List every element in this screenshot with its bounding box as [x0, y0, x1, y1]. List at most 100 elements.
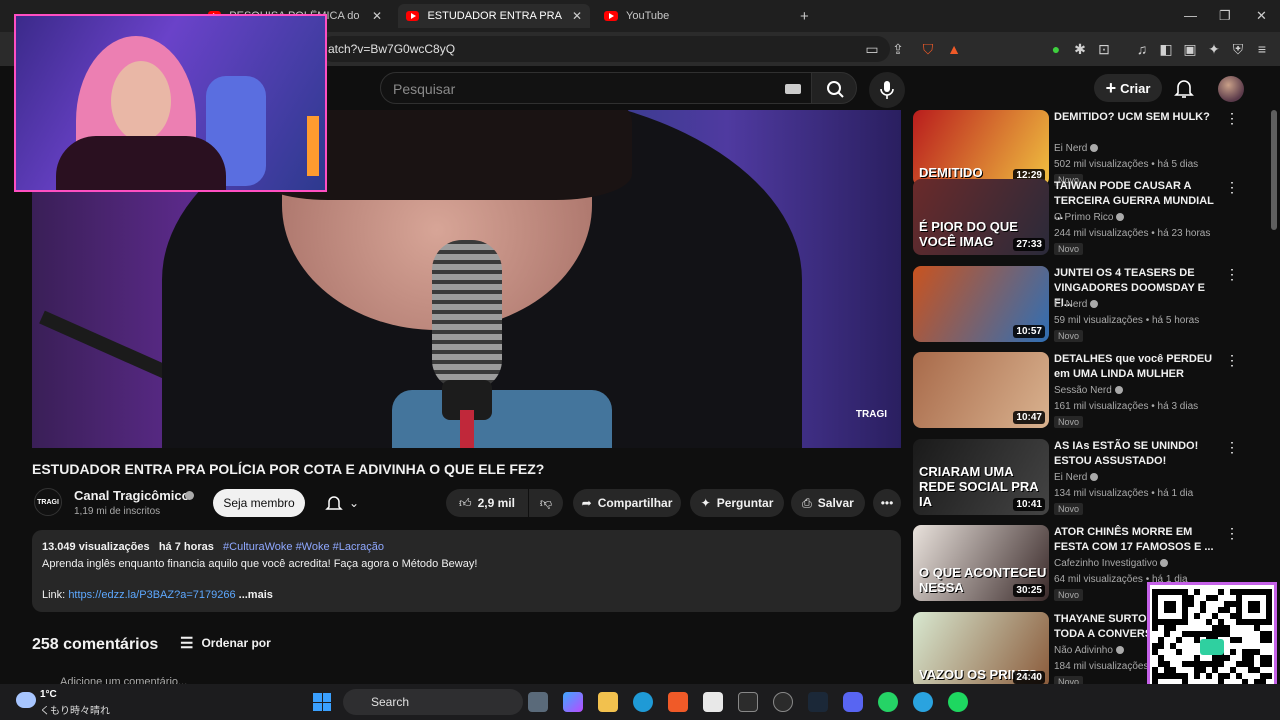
- brave-shield-icon[interactable]: ⛉: [920, 41, 936, 57]
- status-dot-icon[interactable]: ●: [1048, 41, 1064, 57]
- store-icon[interactable]: [703, 692, 723, 712]
- hashtags[interactable]: #CulturaWoke #Woke #Lacração: [223, 541, 384, 553]
- join-member-button[interactable]: Seja membro: [213, 489, 305, 517]
- more-vertical-icon[interactable]: ⋮: [1225, 352, 1239, 369]
- voice-search-button[interactable]: [869, 72, 905, 108]
- scroll-thumb[interactable]: [1271, 110, 1277, 230]
- recommended-channel[interactable]: Cafezinho Investigativo: [1054, 558, 1169, 569]
- more-vertical-icon[interactable]: ⋮: [1225, 266, 1239, 283]
- copilot-icon[interactable]: [563, 692, 583, 712]
- recommended-channel[interactable]: O Primo Rico: [1054, 212, 1125, 223]
- description-box[interactable]: 13.049 visualizações há 7 horas #Cultura…: [32, 530, 901, 612]
- tab-close-icon[interactable]: ✕: [572, 9, 582, 23]
- verified-icon: [1090, 144, 1099, 153]
- taskbar-search-box[interactable]: Search: [343, 689, 523, 715]
- verified-icon: [1116, 213, 1125, 222]
- description-link[interactable]: https://edzz.la/P3BAZ?a=7179266: [68, 589, 235, 601]
- video-thumbnail[interactable]: O QUE ACONTECEU NESSA 30:25: [913, 525, 1049, 601]
- recommended-channel[interactable]: Ei Nerd: [1054, 143, 1099, 154]
- video-thumbnail[interactable]: VAZOU OS PRINTS 24:40: [913, 612, 1049, 688]
- search-button[interactable]: [811, 72, 857, 104]
- tab-close-icon[interactable]: ✕: [372, 9, 382, 23]
- more-actions-button[interactable]: •••: [873, 489, 901, 517]
- more-vertical-icon[interactable]: ⋮: [1225, 439, 1239, 456]
- minimize-icon[interactable]: —: [1184, 8, 1197, 23]
- tab-estudador[interactable]: ESTUDADOR ENTRA PRA POLÍCI ✕: [398, 4, 590, 28]
- recommended-channel[interactable]: Ei Nerd: [1054, 299, 1099, 310]
- windows-start-icon[interactable]: [313, 693, 331, 711]
- spotify-icon[interactable]: [948, 692, 968, 712]
- vpn-icon[interactable]: ⛨: [1230, 41, 1246, 57]
- recommended-video[interactable]: DEMITIDO 12:29 DEMITIDO? UCM SEM HULK? Ei N…: [913, 110, 1243, 190]
- video-thumbnail[interactable]: 10:47: [913, 352, 1049, 428]
- tab-youtube[interactable]: YouTube: [596, 4, 786, 28]
- screenshot-icon[interactable]: ⊡: [1096, 41, 1112, 57]
- ask-button[interactable]: ✦ Perguntar: [690, 489, 784, 517]
- more-horizontal-icon: •••: [880, 496, 894, 510]
- obs-icon[interactable]: [773, 692, 793, 712]
- file-explorer-icon[interactable]: [598, 692, 618, 712]
- more-vertical-icon[interactable]: ⋮: [1225, 110, 1239, 127]
- brave-icon[interactable]: [668, 692, 688, 712]
- extensions-icon[interactable]: ✱: [1072, 41, 1088, 57]
- video-thumbnail[interactable]: 10:57: [913, 266, 1049, 342]
- like-button[interactable]: 👍︎ 2,9 mil: [446, 489, 528, 517]
- share-button[interactable]: ➦ Compartilhar: [573, 489, 681, 517]
- create-button[interactable]: + Criar: [1094, 74, 1162, 102]
- sort-comments-button[interactable]: ☰ Ordenar por: [180, 634, 271, 652]
- weather-temperature: 1°C: [40, 689, 57, 700]
- task-view-icon[interactable]: [528, 692, 548, 712]
- show-more-button[interactable]: ...mais: [239, 589, 273, 601]
- whatsapp-icon[interactable]: [878, 692, 898, 712]
- discord-icon[interactable]: [843, 692, 863, 712]
- channel-name[interactable]: Canal Tragicômico: [74, 488, 190, 503]
- save-button[interactable]: ⎙ Salvar: [791, 489, 865, 517]
- recommended-channel[interactable]: Não Adivinho: [1054, 645, 1124, 656]
- recommended-channel[interactable]: Ei Nerd: [1054, 472, 1099, 483]
- recommended-title[interactable]: DEMITIDO? UCM SEM HULK?: [1054, 110, 1224, 125]
- brave-rewards-icon[interactable]: ▲: [946, 41, 962, 57]
- close-window-icon[interactable]: ✕: [1256, 8, 1267, 24]
- video-thumbnail[interactable]: CRIARAM UMA REDE SOCIAL PRA IA 10:41: [913, 439, 1049, 515]
- subscription-bell-button[interactable]: ⌄: [313, 489, 371, 517]
- recommended-video[interactable]: É PIOR DO QUE VOCÊ IMAG 27:33 TAIWAN PODE …: [913, 179, 1243, 259]
- weather-cloud-icon[interactable]: [16, 692, 36, 708]
- keyboard-icon[interactable]: [785, 84, 801, 94]
- recommended-video[interactable]: 10:47 DETALHES que você PERDEU em UMA LIN…: [913, 352, 1243, 432]
- notifications-bell-icon[interactable]: [1174, 78, 1194, 98]
- dislike-button[interactable]: 👎︎: [529, 489, 563, 517]
- channel-avatar[interactable]: TRAGI: [34, 488, 62, 516]
- leo-ai-icon[interactable]: ✦: [1206, 41, 1222, 57]
- sidebar-icon[interactable]: ◧: [1158, 41, 1174, 57]
- create-label: Criar: [1120, 80, 1151, 96]
- windows-taskbar: 1°C くもり時々晴れ Search: [0, 684, 1280, 720]
- more-vertical-icon[interactable]: ⋮: [1225, 179, 1239, 196]
- recommended-channel[interactable]: Sessão Nerd: [1054, 385, 1123, 396]
- plus-icon: +: [1105, 77, 1117, 98]
- video-thumbnail[interactable]: DEMITIDO 12:29: [913, 110, 1049, 186]
- cast-icon[interactable]: ▭: [864, 41, 880, 57]
- steam-icon[interactable]: [808, 692, 828, 712]
- new-tab-button[interactable]: +: [792, 4, 817, 28]
- recommended-title[interactable]: ATOR CHINÊS MORRE EM FESTA COM 17 FAMOSO…: [1054, 525, 1224, 555]
- more-vertical-icon[interactable]: ⋮: [1225, 525, 1239, 542]
- menu-icon[interactable]: ≡: [1254, 41, 1270, 57]
- wallet-icon[interactable]: ▣: [1182, 41, 1198, 57]
- url-input[interactable]: atch?v=Bw7G0wcC8yQ: [320, 36, 890, 62]
- recommended-title[interactable]: DETALHES que você PERDEU em UMA LINDA MU…: [1054, 352, 1224, 382]
- app-icon[interactable]: [738, 692, 758, 712]
- recommended-video[interactable]: CRIARAM UMA REDE SOCIAL PRA IA 10:41 AS IA…: [913, 439, 1243, 519]
- user-avatar[interactable]: [1218, 76, 1244, 102]
- youtube-favicon-icon: [406, 11, 420, 21]
- edge-icon[interactable]: [633, 692, 653, 712]
- search-input[interactable]: Pesquisar: [380, 72, 812, 104]
- recommended-title[interactable]: AS IAs ESTÃO SE UNINDO! ESTOU ASSUSTADO!: [1054, 439, 1224, 469]
- sparkle-icon: ✦: [700, 496, 711, 510]
- share-page-icon[interactable]: ⇪: [890, 41, 906, 57]
- restore-icon[interactable]: ❐: [1219, 8, 1231, 24]
- recommended-video[interactable]: 10:57 JUNTEI OS 4 TEASERS DE VINGADORES D…: [913, 266, 1243, 346]
- media-icon[interactable]: ♫: [1134, 41, 1150, 57]
- video-thumbnail[interactable]: É PIOR DO QUE VOCÊ IMAG 27:33: [913, 179, 1049, 255]
- chevron-down-icon: ⌄: [348, 496, 360, 510]
- telegram-icon[interactable]: [913, 692, 933, 712]
